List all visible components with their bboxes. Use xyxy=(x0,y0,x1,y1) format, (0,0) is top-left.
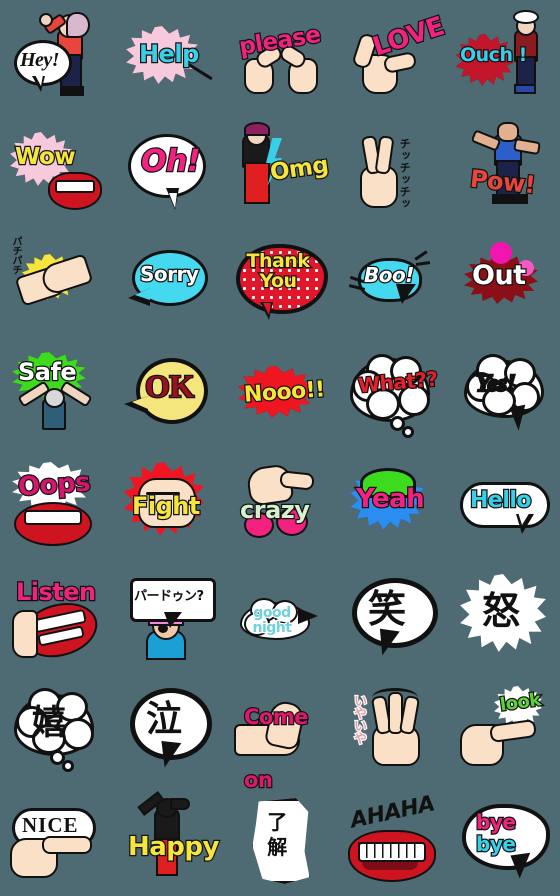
sticker-cell-3[interactable]: please xyxy=(224,0,336,112)
sticker-label-12: Sorry xyxy=(139,262,200,286)
sticker-cell-17[interactable]: OK xyxy=(112,336,224,448)
sticker-label-20: Yes! xyxy=(475,371,517,397)
sticker-label-25: Hello xyxy=(469,488,533,513)
sticker-cell-37[interactable]: Happy xyxy=(112,784,224,896)
sticker-cell-4[interactable]: LOVE xyxy=(336,0,449,112)
sticker-cell-18[interactable]: Nooo!! xyxy=(224,336,336,448)
sticker-cell-40[interactable]: bye bye bye bye xyxy=(448,784,560,896)
sticker-cell-12[interactable]: Sorry xyxy=(112,224,224,336)
sticker-cell-10[interactable]: Pow! xyxy=(448,112,560,224)
sticker-label-32: 泣 xyxy=(146,699,182,740)
sticker-cell-34[interactable]: いやいや xyxy=(336,672,448,784)
sticker-cell-8[interactable]: Omg xyxy=(224,112,336,224)
sticker-cell-15[interactable]: Out xyxy=(448,224,560,336)
sticker-cell-25[interactable]: Hello xyxy=(448,448,560,560)
sticker-cell-14[interactable]: Boo! xyxy=(336,224,448,336)
sticker-label-9: チッチッチッ xyxy=(398,138,411,210)
sticker-cell-30[interactable]: 怒 xyxy=(448,560,560,672)
sticker-label-6: Wow xyxy=(14,144,77,170)
sticker-label-15: Out xyxy=(471,260,527,291)
sticker-cell-32[interactable]: 泣 xyxy=(112,672,224,784)
sticker-label-30: 怒 xyxy=(482,589,520,633)
sticker-label-23: crazy xyxy=(239,496,311,524)
sticker-label-18: Nooo!! xyxy=(242,376,327,409)
sticker-label-34: いやいや xyxy=(350,693,367,745)
sticker-label-28: good night xyxy=(251,604,293,636)
sticker-cell-35[interactable]: look xyxy=(448,672,560,784)
sticker-cell-6[interactable]: Wow xyxy=(0,112,112,224)
sticker-cell-21[interactable]: Oops xyxy=(0,448,112,560)
sticker-label-13a: Thank You xyxy=(245,250,311,292)
sticker-label-17: OK xyxy=(144,368,196,404)
sticker-label-40c: bye xyxy=(475,832,517,856)
sticker-label-3: please xyxy=(236,21,323,62)
cupped-hand xyxy=(12,610,38,658)
sticker-cell-24[interactable]: Yeah xyxy=(336,448,448,560)
sticker-cell-22[interactable]: Fight xyxy=(112,448,224,560)
sticker-cell-31[interactable]: 嬉 xyxy=(0,672,112,784)
sticker-cell-16[interactable]: Safe xyxy=(0,336,112,448)
sticker-label-8: Omg xyxy=(267,151,331,187)
sticker-cell-20[interactable]: Yes! xyxy=(448,336,560,448)
sticker-label-21: Oops xyxy=(16,466,92,503)
sticker-cell-23[interactable]: crazy xyxy=(224,448,336,560)
sticker-label-33: Come on xyxy=(243,704,310,793)
sticker-cell-36[interactable]: NICE xyxy=(0,784,112,896)
sticker-label-11: パチパチ xyxy=(10,236,21,274)
sticker-cell-2[interactable]: Help xyxy=(112,0,224,112)
sticker-label-10: Pow! xyxy=(468,163,538,200)
sticker-label-39: AHAHA xyxy=(348,791,437,834)
sticker-cell-33[interactable]: Come on xyxy=(224,672,336,793)
sticker-label-24: Yeah xyxy=(355,484,426,514)
sticker-cell-26[interactable]: Listen xyxy=(0,560,112,672)
sticker-cell-29[interactable]: 笑 xyxy=(336,560,448,672)
sticker-cell-7[interactable]: Oh! xyxy=(112,112,224,224)
sticker-label-19: What?? xyxy=(356,365,440,398)
sticker-label-37: Happy xyxy=(127,832,221,862)
sticker-label-27: パードゥン? xyxy=(134,589,204,604)
sticker-label-36: NICE xyxy=(22,813,79,837)
sticker-label-16: Safe xyxy=(17,358,78,386)
sticker-grid: Hey! Help please LOVE Ouch ! Wow Oh! Omg… xyxy=(0,0,560,896)
sticker-cell-28[interactable]: good night xyxy=(224,560,336,672)
sticker-label-26: Listen xyxy=(15,578,98,606)
sticker-cell-27[interactable]: パードゥン? xyxy=(112,560,224,672)
sticker-cell-5[interactable]: Ouch ! xyxy=(448,0,560,112)
sticker-label-5: Ouch ! xyxy=(459,44,529,66)
sticker-label-1: Hey! xyxy=(20,49,60,71)
sticker-cell-19[interactable]: What?? xyxy=(336,336,448,448)
sticker-cell-13[interactable]: Thank You xyxy=(224,224,336,336)
sticker-cell-1[interactable]: Hey! xyxy=(0,0,112,112)
sticker-cell-11[interactable]: パチパチ xyxy=(0,224,112,336)
sticker-label-29: 笑 xyxy=(368,587,406,631)
sticker-cell-9[interactable]: チッチッチッ xyxy=(336,112,448,224)
sticker-label-31: 嬉 xyxy=(32,703,66,743)
sticker-label-2: Help xyxy=(138,40,201,68)
sticker-label-38: 了解 xyxy=(267,810,287,859)
sticker-label-40a: bye xyxy=(475,810,517,834)
sticker-cell-39[interactable]: AHAHA xyxy=(336,784,448,896)
sticker-label-7: Oh! xyxy=(140,144,202,179)
sticker-label-14: Boo! xyxy=(363,263,416,287)
sticker-label-22: Fight xyxy=(131,492,202,520)
